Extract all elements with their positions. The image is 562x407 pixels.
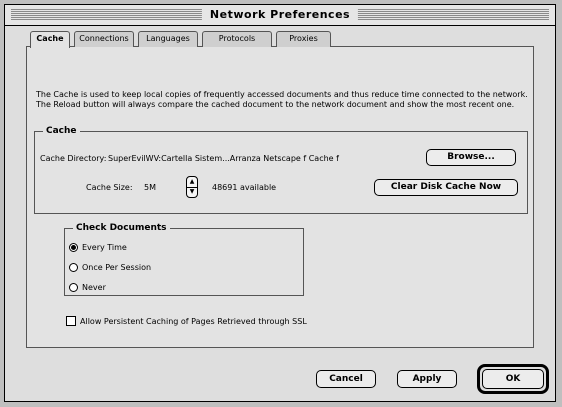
cache-directory-path: SuperEvilWV:Cartella Sistem...Arranza Ne… bbox=[108, 154, 339, 163]
tab-cache[interactable]: Cache bbox=[30, 31, 70, 48]
radio-every-time-label[interactable]: Every Time bbox=[82, 243, 127, 252]
radio-never[interactable] bbox=[69, 283, 78, 292]
cache-size-stepper[interactable]: ▲ ▼ bbox=[186, 176, 198, 198]
cache-description: The Cache is used to keep local copies o… bbox=[36, 90, 528, 109]
radio-every-time[interactable] bbox=[69, 243, 78, 252]
browse-button[interactable]: Browse... bbox=[426, 149, 516, 166]
clear-disk-cache-button[interactable]: Clear Disk Cache Now bbox=[374, 179, 518, 196]
tab-connections[interactable]: Connections bbox=[74, 31, 134, 47]
cache-size-label: Cache Size: bbox=[86, 183, 133, 192]
tab-languages[interactable]: Languages bbox=[138, 31, 198, 47]
ssl-caching-label[interactable]: Allow Persistent Caching of Pages Retrie… bbox=[80, 317, 307, 326]
cache-size-value[interactable]: 5M bbox=[144, 183, 156, 192]
cancel-button[interactable]: Cancel bbox=[316, 370, 376, 388]
cache-available-text: 48691 available bbox=[212, 183, 277, 192]
title-bar[interactable]: Network Preferences bbox=[5, 5, 555, 26]
radio-never-label[interactable]: Never bbox=[82, 283, 106, 292]
stepper-up-icon[interactable]: ▲ bbox=[189, 178, 195, 186]
cache-group-label: Cache bbox=[43, 126, 80, 136]
cache-group: Cache bbox=[34, 126, 528, 214]
radio-once-per-session-label[interactable]: Once Per Session bbox=[82, 263, 151, 272]
ssl-caching-checkbox[interactable] bbox=[66, 316, 76, 326]
radio-once-per-session[interactable] bbox=[69, 263, 78, 272]
stepper-down-icon[interactable]: ▼ bbox=[189, 188, 195, 196]
check-documents-label: Check Documents bbox=[73, 223, 170, 233]
ok-button[interactable]: OK bbox=[482, 369, 544, 389]
apply-button[interactable]: Apply bbox=[397, 370, 457, 388]
cache-directory-label: Cache Directory: bbox=[40, 154, 107, 163]
window-title: Network Preferences bbox=[201, 8, 359, 22]
tab-protocols[interactable]: Protocols bbox=[202, 31, 272, 47]
tab-proxies[interactable]: Proxies bbox=[276, 31, 331, 47]
